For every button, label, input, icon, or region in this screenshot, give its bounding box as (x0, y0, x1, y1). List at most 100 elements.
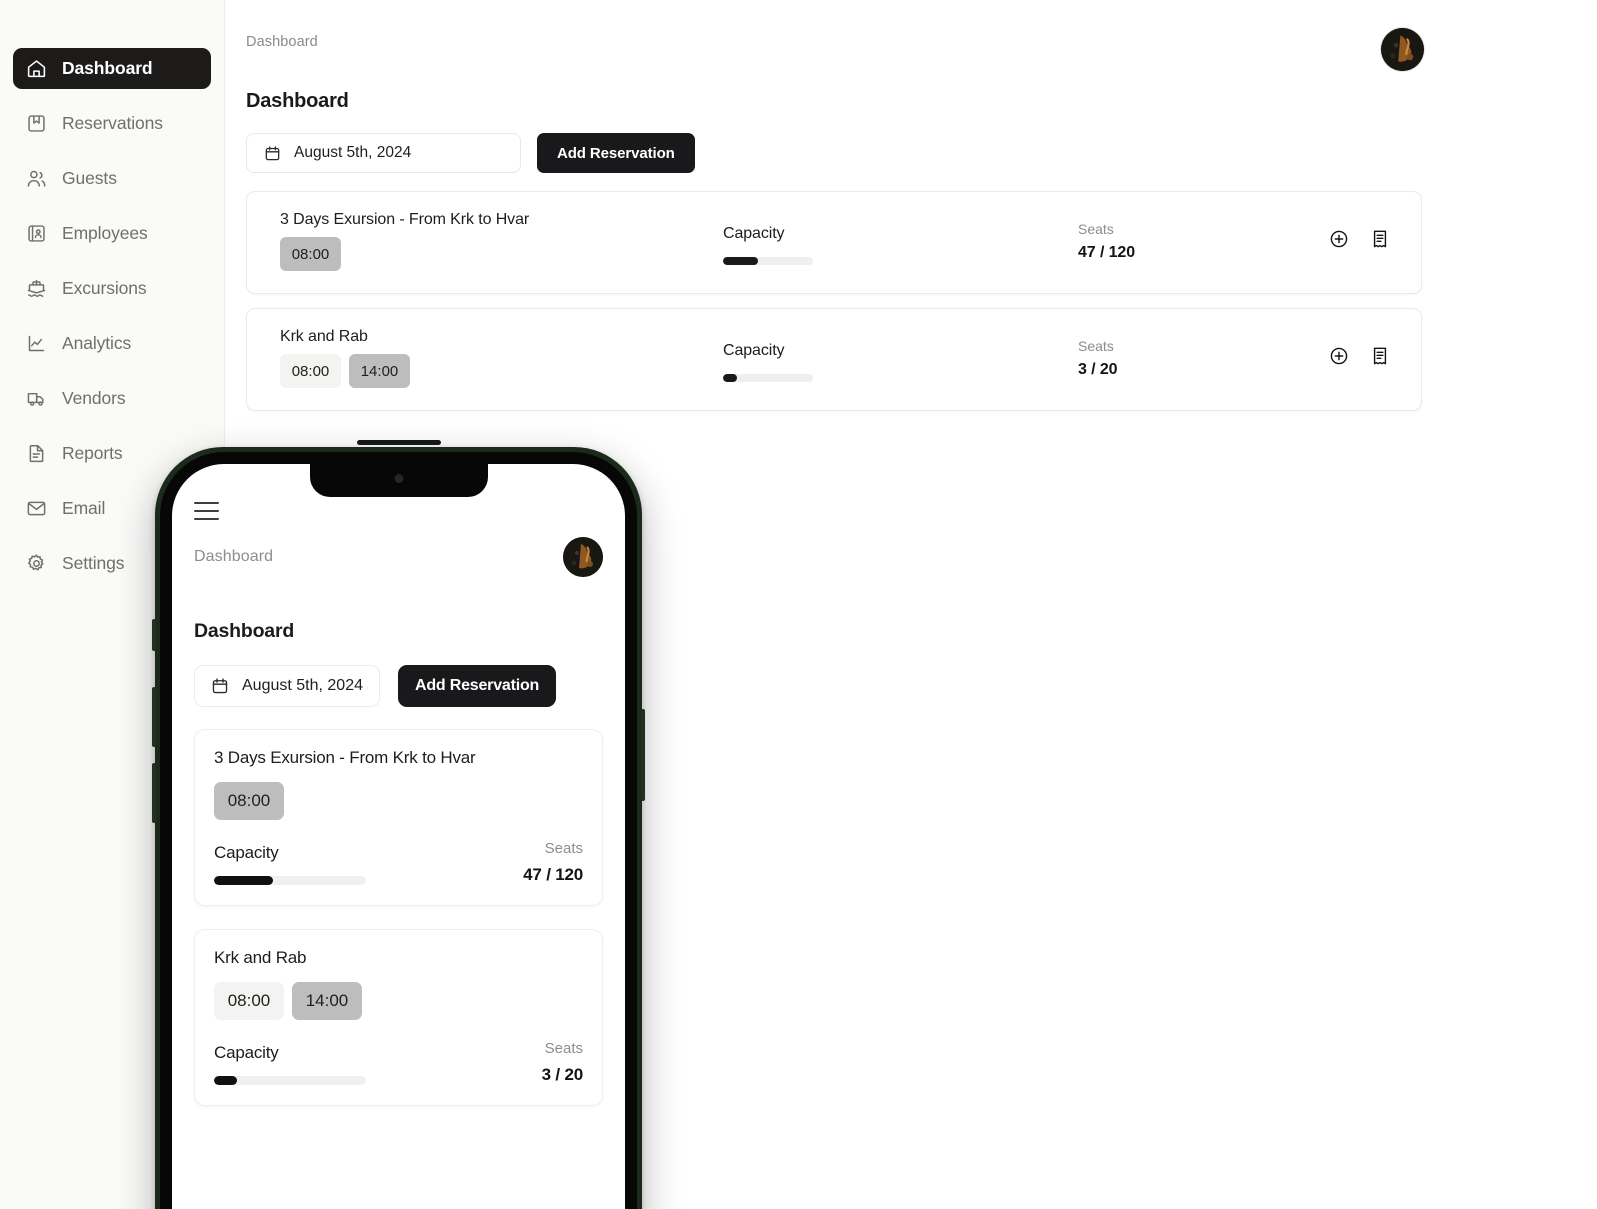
phone-excursion-card[interactable]: Krk and Rab 08:00 14:00 Capacity Seats 3… (194, 929, 603, 1106)
avatar-image (563, 537, 603, 577)
gear-icon (26, 553, 47, 574)
sidebar-item-vendors[interactable]: Vendors (13, 378, 211, 419)
seats-label: Seats (1078, 221, 1114, 237)
sidebar-item-analytics[interactable]: Analytics (13, 323, 211, 364)
sidebar-item-label: Dashboard (62, 58, 153, 78)
bookmark-icon (26, 113, 47, 134)
time-chip[interactable]: 14:00 (349, 354, 410, 388)
capacity-label: Capacity (214, 1043, 279, 1062)
capacity-progress-track (214, 1076, 366, 1085)
view-receipt-button[interactable] (1369, 228, 1391, 250)
seats-value: 47 / 120 (1078, 244, 1136, 261)
add-booking-button[interactable] (1328, 228, 1350, 250)
excursion-time-row: 08:00 (214, 782, 583, 820)
phone-date-picker[interactable]: August 5th, 2024 (194, 665, 380, 707)
time-chip[interactable]: 08:00 (214, 982, 284, 1020)
users-icon (26, 168, 47, 189)
capacity-block: Capacity (214, 1043, 366, 1085)
phone-volume-down-button[interactable] (152, 763, 156, 823)
excursion-title: Krk and Rab (280, 328, 368, 345)
sidebar-item-excursions[interactable]: Excursions (13, 268, 211, 309)
capacity-progress-fill (214, 1076, 237, 1085)
plus-circle-icon (1329, 229, 1349, 249)
excursion-card[interactable]: 3 Days Exursion - From Krk to Hvar 08:00… (246, 191, 1422, 294)
seats-label: Seats (544, 840, 583, 857)
phone-card-bottom: Capacity Seats 3 / 20 (214, 1040, 583, 1085)
calendar-icon (211, 677, 229, 695)
capacity-label: Capacity (214, 843, 279, 862)
excursion-time-row: 08:00 (280, 237, 341, 271)
capacity-block: Capacity (723, 342, 813, 382)
add-reservation-button[interactable]: Add Reservation (537, 133, 695, 173)
time-chip[interactable]: 08:00 (280, 237, 341, 271)
seats-block: Seats 47 / 120 (1078, 221, 1135, 262)
seats-block: Seats 3 / 20 (1078, 338, 1118, 379)
excursion-card[interactable]: Krk and Rab 08:00 14:00 Capacity Seats 3… (246, 308, 1422, 411)
excursion-card-list: 3 Days Exursion - From Krk to Hvar 08:00… (225, 191, 1597, 411)
sidebar-item-label: Analytics (62, 333, 132, 353)
line-chart-icon (26, 333, 47, 354)
phone-power-button[interactable] (641, 709, 645, 801)
seats-block: Seats 3 / 20 (541, 1040, 584, 1085)
phone-frame: Dashboard Dashboard August 5th, 2024 Add… (152, 440, 645, 1209)
phone-front-camera-icon (394, 474, 403, 483)
capacity-progress-track (723, 374, 813, 382)
seats-value: 3 / 20 (1078, 361, 1118, 378)
phone-volume-up-button[interactable] (152, 687, 156, 747)
phone-add-reservation-button[interactable]: Add Reservation (397, 665, 557, 707)
capacity-progress-fill (723, 257, 759, 265)
sidebar-item-label: Excursions (62, 278, 147, 298)
add-booking-button[interactable] (1328, 345, 1350, 367)
capacity-block: Capacity (723, 225, 813, 265)
avatar-image (1381, 28, 1424, 71)
date-picker[interactable]: August 5th, 2024 (246, 133, 521, 173)
sidebar-item-guests[interactable]: Guests (13, 158, 211, 199)
envelope-icon (26, 498, 47, 519)
phone-breadcrumb: Dashboard (194, 548, 274, 565)
calendar-icon (264, 145, 281, 162)
seats-value: 3 / 20 (541, 1065, 584, 1084)
time-chip[interactable]: 14:00 (292, 982, 362, 1020)
contact-book-icon (26, 223, 47, 244)
card-actions (1328, 228, 1391, 250)
phone-notch (309, 464, 488, 497)
hamburger-menu-icon[interactable] (194, 502, 219, 520)
excursion-time-row: 08:00 14:00 (214, 982, 583, 1020)
sidebar-item-label: Reservations (62, 113, 163, 133)
phone-topbar: Dashboard (194, 537, 603, 577)
sidebar-item-label: Reports (62, 443, 123, 463)
phone-avatar[interactable] (563, 537, 603, 577)
sidebar-item-employees[interactable]: Employees (13, 213, 211, 254)
phone-mockup: Dashboard Dashboard August 5th, 2024 Add… (152, 440, 645, 1209)
ship-icon (26, 278, 47, 299)
avatar[interactable] (1381, 28, 1424, 71)
excursion-title: Krk and Rab (214, 948, 307, 967)
view-receipt-button[interactable] (1369, 345, 1391, 367)
seats-block: Seats 47 / 120 (523, 840, 583, 885)
capacity-label: Capacity (723, 225, 785, 242)
excursion-time-row: 08:00 14:00 (280, 354, 410, 388)
sidebar-item-dashboard[interactable]: Dashboard (13, 48, 211, 89)
sidebar-item-reservations[interactable]: Reservations (13, 103, 211, 144)
seats-value: 47 / 120 (523, 865, 583, 884)
time-chip[interactable]: 08:00 (214, 782, 284, 820)
phone-silent-switch[interactable] (152, 619, 156, 651)
plus-circle-icon (1329, 346, 1349, 366)
phone-screen: Dashboard Dashboard August 5th, 2024 Add… (172, 464, 625, 1209)
truck-icon (26, 388, 47, 409)
app-root: Dashboard Reservations Guests Employees … (0, 0, 1597, 1209)
phone-excursion-card[interactable]: 3 Days Exursion - From Krk to Hvar 08:00… (194, 729, 603, 906)
receipt-icon (1370, 346, 1390, 366)
sidebar-item-label: Employees (62, 223, 148, 243)
page-controls: August 5th, 2024 Add Reservation (225, 133, 1597, 173)
phone-page-title: Dashboard (194, 620, 295, 642)
phone-card-bottom: Capacity Seats 47 / 120 (214, 840, 583, 885)
breadcrumb: Dashboard (246, 34, 318, 50)
home-icon (26, 58, 47, 79)
sidebar-item-label: Email (62, 498, 106, 518)
capacity-progress-fill (723, 374, 737, 382)
date-picker-value: August 5th, 2024 (294, 144, 412, 161)
seats-label: Seats (544, 1040, 583, 1057)
phone-app-content: Dashboard Dashboard August 5th, 2024 Add… (172, 464, 625, 1209)
time-chip[interactable]: 08:00 (280, 354, 341, 388)
